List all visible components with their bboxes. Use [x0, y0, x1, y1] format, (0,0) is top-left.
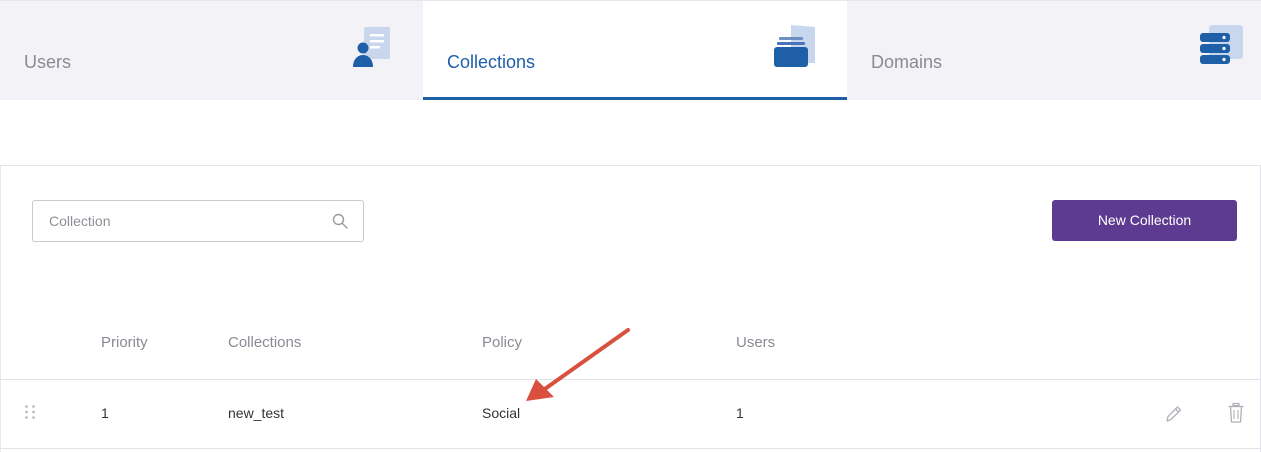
user-document-icon [353, 27, 390, 67]
cell-users: 1 [736, 405, 744, 421]
tab-domains[interactable]: Domains [847, 1, 1261, 101]
collection-search-input[interactable] [49, 201, 329, 241]
cell-priority: 1 [101, 405, 109, 421]
tab-content-spacer [0, 100, 1261, 166]
cell-policy: Social [482, 405, 521, 421]
column-header-priority[interactable]: Priority [101, 334, 148, 351]
edit-pencil-icon[interactable] [1163, 403, 1183, 425]
tab-users[interactable]: Users [0, 1, 423, 101]
column-header-collections[interactable]: Collections [228, 334, 301, 351]
trash-icon[interactable] [1227, 402, 1245, 424]
column-header-users[interactable]: Users [736, 334, 775, 351]
table-row[interactable]: 1 new_test Social 1 [0, 379, 1261, 449]
new-collection-button[interactable]: New Collection [1052, 200, 1237, 241]
tab-domains-label: Domains [871, 52, 943, 72]
tab-users-label: Users [24, 52, 72, 72]
server-stack-icon [1200, 25, 1243, 64]
tab-collections-label: Collections [447, 52, 536, 72]
collection-search-box [32, 200, 364, 242]
folder-stack-icon [774, 25, 815, 67]
search-icon[interactable] [331, 212, 349, 230]
drag-handle-icon[interactable] [24, 404, 36, 420]
tab-bar: Users Collections Domains [0, 0, 1261, 101]
tab-collections[interactable]: Collections [423, 1, 847, 101]
cell-collection: new_test [228, 405, 285, 421]
column-header-policy[interactable]: Policy [482, 334, 522, 351]
